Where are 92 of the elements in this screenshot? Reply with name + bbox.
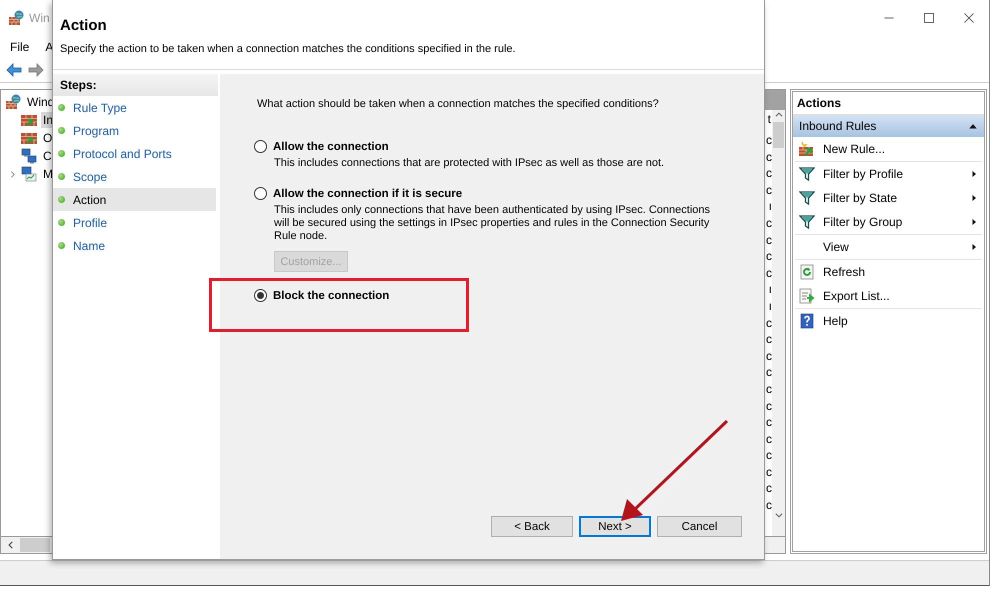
table-cell: ı xyxy=(768,198,772,215)
action-item[interactable]: Help xyxy=(823,314,982,328)
action-item[interactable]: Refresh xyxy=(823,265,982,279)
table-cell: c xyxy=(766,480,772,498)
section-label: Inbound Rules xyxy=(799,119,878,133)
step-link[interactable]: Scope xyxy=(73,170,108,184)
step-link[interactable]: Profile xyxy=(73,216,108,230)
table-cell: ı xyxy=(768,281,772,298)
action-item[interactable]: View xyxy=(823,240,962,254)
export-icon xyxy=(799,288,815,304)
table-cell: c xyxy=(766,331,772,348)
table-cell: c xyxy=(766,182,772,198)
table-cell: c xyxy=(766,497,772,514)
table-cell: c xyxy=(766,380,772,398)
table-cell: c xyxy=(766,364,772,381)
radio-button[interactable] xyxy=(254,140,267,153)
question-text: What action should be taken when a connection matches the specified conditions? xyxy=(257,98,659,110)
status-dot-icon xyxy=(58,219,65,226)
forward-arrow-icon[interactable] xyxy=(27,62,45,78)
table-cell: c xyxy=(766,398,772,414)
back-arrow-icon[interactable] xyxy=(5,62,23,78)
dialog-button[interactable]: Next > xyxy=(579,516,651,537)
firewall-icon xyxy=(5,94,21,110)
submenu-arrow-icon[interactable] xyxy=(970,170,978,178)
action-item[interactable]: New Rule... xyxy=(823,142,982,156)
action-item[interactable]: Filter by Group xyxy=(823,215,962,229)
option-label[interactable]: Allow the connection if it is secure xyxy=(273,188,462,200)
status-dot-icon xyxy=(58,173,65,180)
tree-item[interactable]: M xyxy=(41,166,53,182)
submenu-arrow-icon[interactable] xyxy=(970,243,978,251)
steps-header: Steps: xyxy=(53,74,218,96)
action-item[interactable]: Filter by Profile xyxy=(823,167,962,181)
table-cell: c xyxy=(766,132,772,149)
table-cell: c xyxy=(766,414,772,431)
step-link[interactable]: Rule Type xyxy=(73,100,127,114)
table-cell: ı xyxy=(768,298,772,315)
status-dot-icon xyxy=(58,150,65,157)
close-button[interactable] xyxy=(963,12,975,24)
option-label[interactable]: Allow the connection xyxy=(273,140,389,152)
option-label[interactable]: Block the connection xyxy=(273,290,390,302)
action-item[interactable]: Filter by State xyxy=(823,191,962,205)
table-cell: c xyxy=(766,248,772,265)
refresh-icon xyxy=(799,264,815,280)
option-description: This includes only connections that have been authenticated by using IPsec. Connections will be secured using the settings in IPsec properties and rules in the Connection Security Rule node. xyxy=(274,204,711,243)
table-cell: c xyxy=(766,232,772,248)
scrollbar-thumb[interactable] xyxy=(20,538,50,552)
wall-icon xyxy=(21,130,37,146)
section-header[interactable]: Inbound Rules xyxy=(793,115,984,137)
filter-icon xyxy=(799,166,815,182)
firewall-icon xyxy=(8,10,24,26)
tree-item[interactable]: O xyxy=(41,130,53,146)
table-cell: c xyxy=(766,348,772,364)
column-header[interactable]: t xyxy=(768,112,772,132)
filter-icon xyxy=(799,190,815,206)
dialog-title: Action xyxy=(60,16,107,34)
wall-icon xyxy=(21,112,37,128)
computer-icon xyxy=(21,166,37,182)
table-cell: c xyxy=(766,148,772,166)
status-dot-icon xyxy=(58,104,65,111)
filter-icon xyxy=(799,214,815,230)
window-title: Win xyxy=(29,11,50,25)
table-cell: c xyxy=(766,214,772,232)
step-link[interactable]: Action xyxy=(73,192,106,206)
option-description: This includes connections that are protected with IPsec as well as those are not. xyxy=(274,157,666,170)
submenu-arrow-icon[interactable] xyxy=(970,218,978,226)
computer-icon xyxy=(21,148,37,164)
table-cell: c xyxy=(766,264,772,282)
radio-button[interactable] xyxy=(254,289,267,302)
step-link[interactable]: Name xyxy=(73,238,106,252)
submenu-arrow-icon[interactable] xyxy=(970,194,978,202)
scrollbar-thumb[interactable] xyxy=(773,122,784,148)
action-item[interactable]: Export List... xyxy=(823,289,982,303)
status-dot-icon xyxy=(58,196,65,203)
help-icon xyxy=(799,313,815,329)
table-cell: c xyxy=(766,314,772,332)
dialog-button[interactable]: Cancel xyxy=(657,516,742,537)
table-cell: c xyxy=(766,447,772,464)
tree-item[interactable]: C xyxy=(41,148,53,164)
status-dot-icon xyxy=(58,127,65,134)
dialog-button[interactable]: < Back xyxy=(491,516,573,537)
status-dot-icon xyxy=(58,242,65,249)
table-cell: c xyxy=(766,464,772,480)
dialog-subtitle: Specify the action to be taken when a connection matches the conditions specified in the rule. xyxy=(60,43,516,55)
table-cell: c xyxy=(766,430,772,448)
wall-icon xyxy=(799,141,815,157)
vertical-scrollbar[interactable] xyxy=(772,110,785,536)
maximize-button[interactable] xyxy=(923,12,935,24)
radio-button[interactable] xyxy=(254,187,267,200)
step-link[interactable]: Protocol and Ports xyxy=(73,146,172,160)
step-link[interactable]: Program xyxy=(73,124,120,138)
menu-item[interactable]: File xyxy=(10,40,30,54)
table-cell: c xyxy=(766,165,772,182)
